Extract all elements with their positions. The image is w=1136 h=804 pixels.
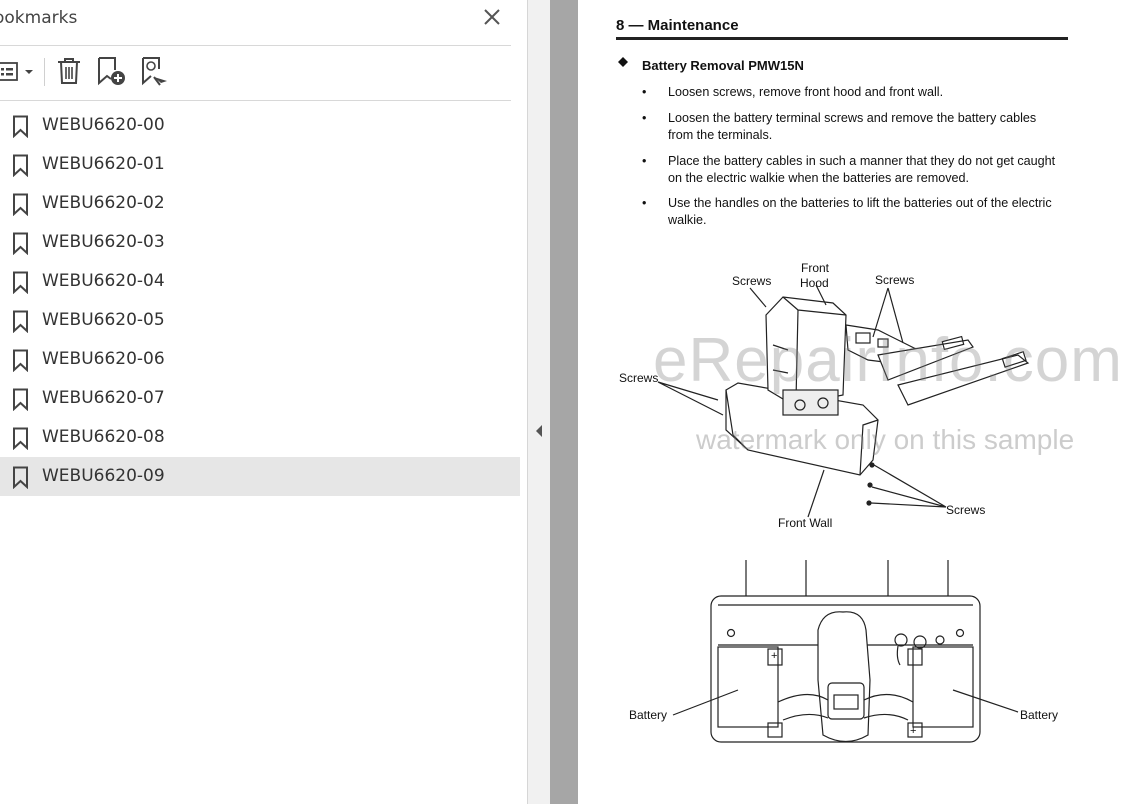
new-bookmark-icon[interactable] [96, 55, 128, 87]
label-battery: Battery [629, 708, 667, 722]
trash-icon[interactable] [56, 56, 82, 86]
bookmark-item[interactable]: WEBU6620-06 [0, 340, 520, 379]
bookmark-item[interactable]: WEBU6620-04 [0, 262, 520, 301]
bookmark-label: WEBU6620-06 [42, 349, 165, 369]
step-text: Loosen screws, remove front hood and fro… [668, 85, 944, 99]
bookmark-item-selected[interactable]: WEBU6620-09 [0, 457, 520, 496]
bookmark-label: WEBU6620-05 [42, 310, 165, 330]
plus-label: + [771, 650, 777, 662]
label-screws: Screws [875, 273, 914, 287]
bookmark-item[interactable]: WEBU6620-07 [0, 379, 520, 418]
bookmark-icon [13, 232, 28, 255]
bookmark-icon [13, 193, 28, 216]
bookmark-icon [13, 388, 28, 411]
collapse-panel-icon[interactable] [534, 423, 544, 439]
step-bullet: • [642, 196, 647, 210]
step-text: Place the battery cables in such a manne… [668, 154, 1056, 185]
document-gutter [550, 0, 578, 804]
label-front: Front [801, 261, 830, 275]
list-options-icon[interactable] [0, 60, 36, 84]
section-title: Battery Removal PMW15N [642, 58, 804, 73]
bookmark-item[interactable]: WEBU6620-01 [0, 145, 520, 184]
bookmark-icon [13, 427, 28, 450]
bookmark-label: WEBU6620-09 [42, 466, 165, 486]
toolbar-separator [44, 58, 45, 86]
bookmark-icon [13, 271, 28, 294]
label-front-wall: Front Wall [778, 516, 832, 530]
diamond-bullet-icon [618, 57, 628, 67]
walkie-front-figure: Screws Front Hood Screws Screws Screws F… [619, 261, 1030, 530]
label-hood: Hood [800, 276, 829, 290]
heading-rule [616, 37, 1068, 40]
divider [0, 45, 511, 46]
bookmark-label: WEBU6620-02 [42, 193, 165, 213]
document-page: 8 — Maintenance Battery Removal PMW15N •… [578, 0, 1136, 804]
bookmark-label: WEBU6620-03 [42, 232, 165, 252]
bookmark-item[interactable]: WEBU6620-02 [0, 184, 520, 223]
battery-top-view-figure: + + Battery Battery [629, 560, 1058, 743]
bookmark-label: WEBU6620-01 [42, 154, 165, 174]
bookmark-item[interactable]: WEBU6620-00 [0, 106, 520, 145]
bookmark-icon [13, 115, 28, 138]
bookmark-label: WEBU6620-07 [42, 388, 165, 408]
step-bullet: • [642, 111, 647, 125]
bookmark-item[interactable]: WEBU6620-05 [0, 301, 520, 340]
find-bookmark-icon[interactable] [140, 55, 170, 87]
bookmark-label: WEBU6620-08 [42, 427, 165, 447]
label-screws: Screws [946, 503, 985, 517]
bookmark-label: WEBU6620-00 [42, 115, 165, 135]
bookmarks-panel: ookmarks WEBU6620-00 WEBU6620-01 WEBU662… [0, 0, 528, 804]
bookmark-item[interactable]: WEBU6620-03 [0, 223, 520, 262]
bookmark-list: WEBU6620-00 WEBU6620-01 WEBU6620-02 WEBU… [0, 106, 520, 496]
close-icon[interactable] [481, 6, 503, 28]
bookmark-icon [13, 310, 28, 333]
bookmark-label: WEBU6620-04 [42, 271, 165, 291]
bookmark-icon [13, 349, 28, 372]
divider [0, 100, 511, 101]
step-text: Loosen the battery terminal screws and r… [668, 111, 1037, 142]
bookmark-icon [13, 154, 28, 177]
bookmark-icon [13, 466, 28, 489]
label-battery: Battery [1020, 708, 1058, 722]
panel-splitter[interactable] [528, 0, 550, 804]
step-bullet: • [642, 85, 647, 99]
panel-title: ookmarks [0, 8, 78, 28]
plus-label: + [910, 725, 916, 737]
page-heading: 8 — Maintenance [616, 17, 739, 34]
label-screws: Screws [619, 371, 658, 385]
label-screws: Screws [732, 274, 771, 288]
step-text: Use the handles on the batteries to lift… [668, 196, 1052, 227]
bookmark-item[interactable]: WEBU6620-08 [0, 418, 520, 457]
step-bullet: • [642, 154, 647, 168]
